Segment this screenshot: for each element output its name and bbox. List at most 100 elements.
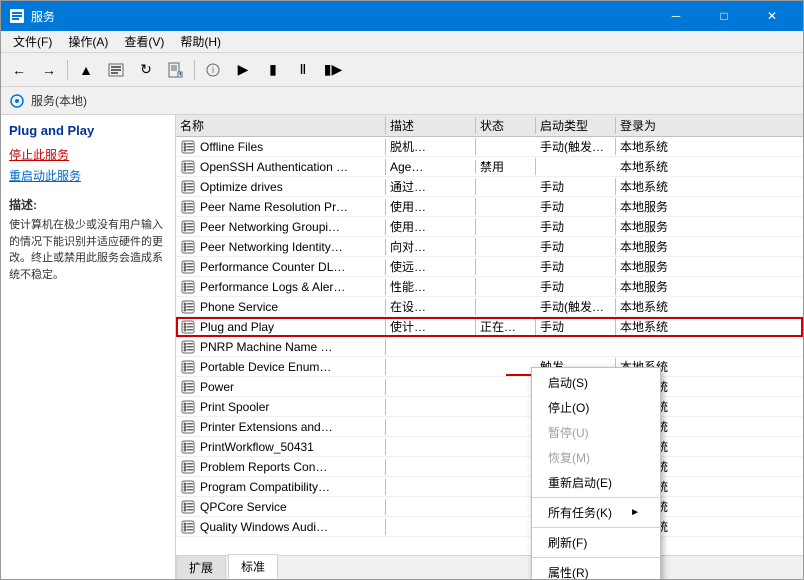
table-row[interactable]: Quality Windows Audi… 本地系统 <box>176 517 803 537</box>
service-startup: 手动 <box>536 178 616 195</box>
services-list[interactable]: Offline Files 脱机… 手动(触发… 本地系统 OpenSSH Au… <box>176 137 803 555</box>
desc-label: 描述: <box>9 196 167 213</box>
context-menu-separator <box>532 557 660 558</box>
service-icon <box>180 319 196 335</box>
restart-service-button[interactable]: ▮▶ <box>319 57 347 83</box>
tab-standard[interactable]: 标准 <box>228 554 278 579</box>
toolbar: ← → ▲ ↻ i <box>1 53 803 87</box>
table-row[interactable]: Offline Files 脱机… 手动(触发… 本地系统 <box>176 137 803 157</box>
table-row[interactable]: Portable Device Enum… 触发… 本地系统 <box>176 357 803 377</box>
tab-extend[interactable]: 扩展 <box>176 555 226 579</box>
context-menu-item[interactable]: 刷新(F) <box>532 530 660 555</box>
table-row[interactable]: Optimize drives 通过… 手动 本地系统 <box>176 177 803 197</box>
table-row[interactable]: Problem Reports Con… 本地系统 <box>176 457 803 477</box>
table-row[interactable]: Performance Counter DL… 使远… 手动 本地服务 <box>176 257 803 277</box>
list-header: 名称 描述 状态 启动类型 登录为 <box>176 115 803 137</box>
service-icon <box>180 179 196 195</box>
table-row[interactable]: Power 本地系统 <box>176 377 803 397</box>
service-desc: 使远… <box>386 258 476 275</box>
menu-action[interactable]: 操作(A) <box>60 31 116 52</box>
service-name: Program Compatibility… <box>176 479 386 495</box>
context-menu-item[interactable]: 启动(S) <box>532 370 660 395</box>
menu-help[interactable]: 帮助(H) <box>172 31 229 52</box>
minimize-button[interactable]: ─ <box>653 1 699 31</box>
address-label: 服务(本地) <box>31 92 87 109</box>
service-login: 本地系统 <box>616 298 696 315</box>
toolbar-separator-2 <box>194 60 195 80</box>
forward-button[interactable]: → <box>35 57 63 83</box>
service-login: 本地服务 <box>616 198 696 215</box>
service-name: Peer Networking Groupi… <box>176 219 386 235</box>
start-service-button[interactable]: ▶ <box>229 57 257 83</box>
service-name: PNRP Machine Name … <box>176 339 386 355</box>
pause-service-button[interactable]: Ⅱ <box>289 57 317 83</box>
service-desc: Age… <box>386 160 476 174</box>
context-menu-item[interactable]: 所有任务(K)► <box>532 500 660 525</box>
table-row[interactable]: Program Compatibility… 本地系统 <box>176 477 803 497</box>
service-icon <box>180 439 196 455</box>
service-icon <box>180 299 196 315</box>
service-desc: 通过… <box>386 178 476 195</box>
title-bar: 服务 ─ □ ✕ <box>1 1 803 31</box>
table-row[interactable]: Phone Service 在设… 手动(触发… 本地系统 <box>176 297 803 317</box>
service-desc: 性能… <box>386 278 476 295</box>
show-hide-button[interactable] <box>102 57 130 83</box>
service-desc: 使用… <box>386 198 476 215</box>
main-window: 服务 ─ □ ✕ 文件(F) 操作(A) 查看(V) 帮助(H) ← → ▲ ↻ <box>0 0 804 580</box>
context-menu-item[interactable]: 重新启动(E) <box>532 470 660 495</box>
table-row[interactable]: Peer Networking Identity… 向对… 手动 本地服务 <box>176 237 803 257</box>
service-name: Printer Extensions and… <box>176 419 386 435</box>
service-name: Problem Reports Con… <box>176 459 386 475</box>
table-row[interactable]: PNRP Machine Name … <box>176 337 803 357</box>
service-name: Peer Name Resolution Pr… <box>176 199 386 215</box>
table-row[interactable]: Performance Logs & Aler… 性能… 手动 本地服务 <box>176 277 803 297</box>
service-icon <box>180 359 196 375</box>
context-menu-item[interactable]: 停止(O) <box>532 395 660 420</box>
table-row[interactable]: Print Spooler 本地系统 <box>176 397 803 417</box>
table-row[interactable]: QPCore Service 本地系统 <box>176 497 803 517</box>
restart-service-link[interactable]: 重启动此服务 <box>9 167 167 184</box>
service-name: Phone Service <box>176 299 386 315</box>
submenu-arrow: ► <box>630 507 640 518</box>
service-name: PrintWorkflow_50431 <box>176 439 386 455</box>
service-icon <box>180 459 196 475</box>
context-menu-item: 恢复(M) <box>532 445 660 470</box>
refresh-button[interactable]: ↻ <box>132 57 160 83</box>
context-menu-item[interactable]: 属性(R) <box>532 560 660 579</box>
service-icon <box>180 339 196 355</box>
service-status: 正在… <box>476 318 536 335</box>
context-menu-separator <box>532 497 660 498</box>
properties-button[interactable]: i <box>199 57 227 83</box>
close-button[interactable]: ✕ <box>749 1 795 31</box>
stop-service-link[interactable]: 停止此服务 <box>9 146 167 163</box>
left-panel: Plug and Play 停止此服务 重启动此服务 描述: 使计算机在极少或没… <box>1 115 176 579</box>
service-name: Offline Files <box>176 139 386 155</box>
col-header-login[interactable]: 登录为 <box>616 117 696 134</box>
table-row[interactable]: Peer Networking Groupi… 使用… 手动 本地服务 <box>176 217 803 237</box>
menu-view[interactable]: 查看(V) <box>116 31 172 52</box>
service-name: Optimize drives <box>176 179 386 195</box>
right-panel: 名称 描述 状态 启动类型 登录为 Offline Files 脱机… 手动(触… <box>176 115 803 579</box>
table-row[interactable]: PrintWorkflow_50431 本地系统 <box>176 437 803 457</box>
table-row[interactable]: OpenSSH Authentication … Age… 禁用 本地系统 <box>176 157 803 177</box>
col-header-status[interactable]: 状态 <box>476 117 536 134</box>
stop-service-button[interactable]: ▮ <box>259 57 287 83</box>
back-button[interactable]: ← <box>5 57 33 83</box>
service-icon <box>180 519 196 535</box>
table-row[interactable]: Peer Name Resolution Pr… 使用… 手动 本地服务 <box>176 197 803 217</box>
service-login: 本地服务 <box>616 278 696 295</box>
bottom-tabs: 扩展 标准 <box>176 555 803 579</box>
table-row[interactable]: Printer Extensions and… 本地系统 <box>176 417 803 437</box>
service-startup: 手动 <box>536 278 616 295</box>
service-startup: 手动 <box>536 258 616 275</box>
maximize-button[interactable]: □ <box>701 1 747 31</box>
service-icon <box>180 159 196 175</box>
col-header-startup[interactable]: 启动类型 <box>536 117 616 134</box>
service-icon <box>180 219 196 235</box>
col-header-desc[interactable]: 描述 <box>386 117 476 134</box>
col-header-name[interactable]: 名称 <box>176 117 386 134</box>
table-row[interactable]: Plug and Play 使计… 正在… 手动 本地系统 <box>176 317 803 337</box>
menu-file[interactable]: 文件(F) <box>5 31 60 52</box>
up-button[interactable]: ▲ <box>72 57 100 83</box>
export-list-button[interactable] <box>162 57 190 83</box>
